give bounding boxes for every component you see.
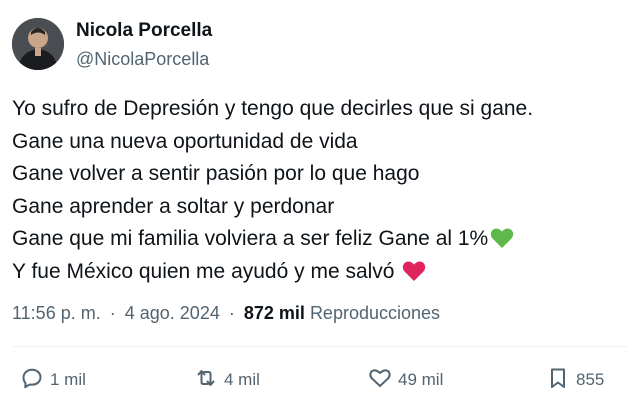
avatar[interactable] bbox=[12, 18, 64, 70]
tweet-line: Gane aprender a soltar y perdonar bbox=[12, 194, 335, 218]
reply-button[interactable]: 1 mil bbox=[20, 364, 86, 396]
action-bar: 1 mil 4 mil 49 mil 855 bbox=[0, 364, 640, 396]
meta-separator: · bbox=[109, 303, 116, 323]
tweet-line: Gane una nueva oportunidad de vida bbox=[12, 129, 358, 153]
bookmark-button[interactable]: 855 bbox=[546, 364, 604, 396]
tweet-line-6: Y fue México quien me ayudó y me salvó bbox=[12, 256, 632, 289]
tweet-line-5: Gane que mi familia volviera a ser feliz… bbox=[12, 223, 632, 256]
retweet-count: 4 mil bbox=[224, 370, 260, 389]
bookmark-count: 855 bbox=[576, 370, 605, 389]
tweet-line-text: Gane que mi familia volviera a ser feliz… bbox=[12, 227, 489, 250]
bookmark-icon bbox=[546, 366, 570, 395]
divider bbox=[12, 346, 628, 347]
avatar-photo bbox=[12, 18, 64, 70]
retweet-icon bbox=[194, 366, 218, 395]
views-count[interactable]: 872 mil bbox=[244, 303, 305, 323]
tweet-meta: 11:56 p. m. · 4 ago. 2024 · 872 mil Repr… bbox=[12, 303, 440, 324]
red-heart-icon bbox=[402, 260, 426, 293]
tweet-line: Yo sufro de Depresión y tengo que decirl… bbox=[12, 97, 534, 120]
tweet-line-text: Y fue México quien me ayudó y me salvó bbox=[12, 259, 395, 283]
meta-separator: · bbox=[228, 303, 235, 323]
author-handle[interactable]: @NicolaPorcella bbox=[76, 49, 209, 70]
reply-icon bbox=[20, 366, 44, 395]
like-icon bbox=[368, 366, 392, 395]
author-name[interactable]: Nicola Porcella bbox=[76, 20, 212, 42]
like-button[interactable]: 49 mil bbox=[368, 364, 443, 396]
green-heart-icon bbox=[490, 227, 514, 260]
retweet-button[interactable]: 4 mil bbox=[194, 364, 260, 396]
tweet-time[interactable]: 11:56 p. m. bbox=[12, 303, 101, 323]
tweet-text: Yo sufro de Depresión y tengo que decirl… bbox=[12, 93, 632, 288]
tweet-date[interactable]: 4 ago. 2024 bbox=[125, 303, 220, 323]
views-label: Reproducciones bbox=[309, 303, 441, 323]
like-count: 49 mil bbox=[398, 370, 444, 389]
reply-count: 1 mil bbox=[50, 370, 86, 389]
tweet-line: Gane volver a sentir pasión por lo que h… bbox=[12, 162, 420, 185]
